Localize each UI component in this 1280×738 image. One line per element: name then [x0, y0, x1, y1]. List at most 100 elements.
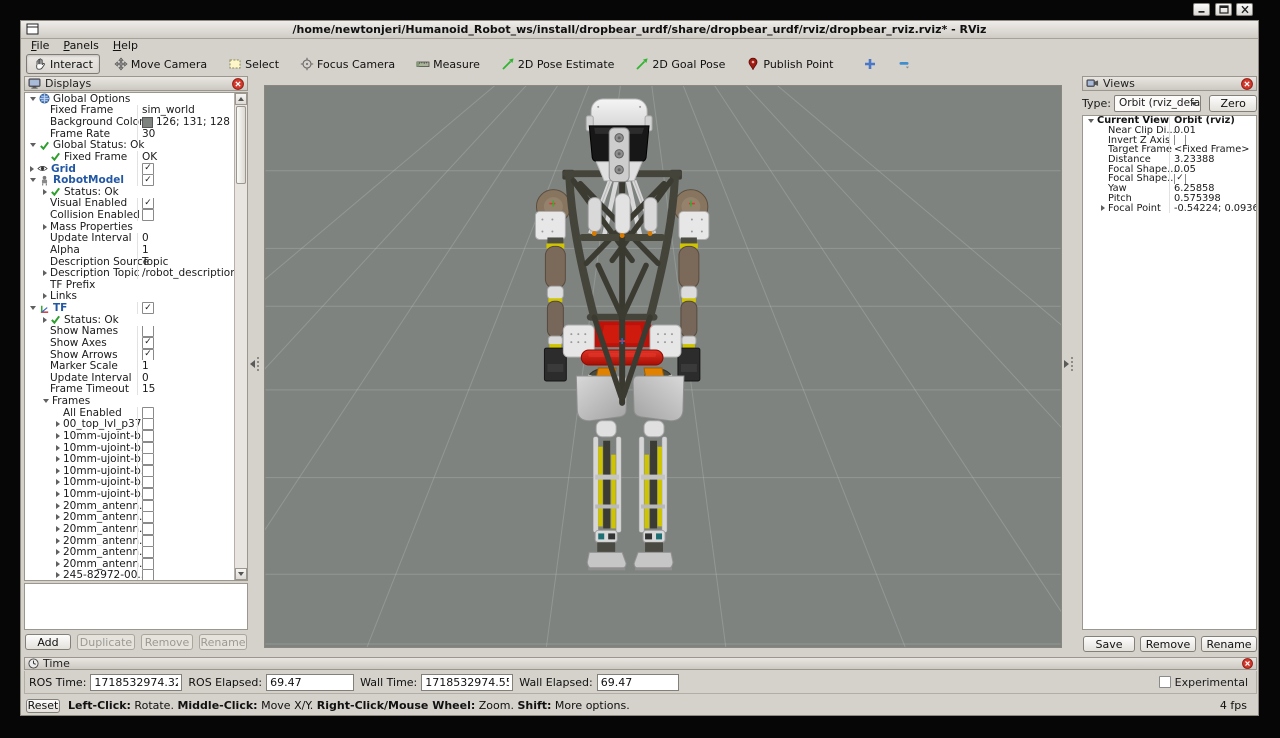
tree-row-global-status-ok[interactable]: Global Status: Ok: [25, 140, 234, 152]
tool-select[interactable]: Select: [221, 54, 286, 74]
checkbox[interactable]: [142, 163, 154, 175]
minimize-button[interactable]: [1193, 3, 1210, 16]
tree-row-status-ok[interactable]: Status: Ok: [25, 186, 234, 198]
tree-row-frames[interactable]: Frames: [25, 395, 234, 407]
tree-row-20mm-antenn[interactable]: 20mm_antenn...: [25, 546, 234, 558]
expander-closed-icon[interactable]: [56, 572, 60, 578]
tree-row-marker-scale[interactable]: Marker Scale1: [25, 360, 234, 372]
tree-row-yaw[interactable]: Yaw6.25858: [1083, 184, 1256, 194]
checkbox[interactable]: [1174, 135, 1186, 145]
tree-row-distance[interactable]: Distance3.23388: [1083, 155, 1256, 165]
wall-elapsed-input[interactable]: [597, 674, 679, 691]
tool-measure[interactable]: Measure: [409, 54, 487, 74]
checkbox[interactable]: [142, 419, 154, 431]
checkbox[interactable]: [1174, 174, 1186, 184]
menu-help[interactable]: Help: [106, 39, 145, 52]
remove-tool-button[interactable]: [893, 55, 915, 73]
tree-row-status-ok[interactable]: Status: Ok: [25, 314, 234, 326]
tree-row-invert-z-axis[interactable]: Invert Z Axis: [1083, 135, 1256, 145]
expander-open-icon[interactable]: [30, 306, 36, 310]
tree-row-10mm-ujoint-b[interactable]: 10mm-ujoint-b...: [25, 488, 234, 500]
expander-closed-icon[interactable]: [43, 189, 47, 195]
tree-row-245-82972-00[interactable]: 245-82972-00...: [25, 570, 234, 581]
tree-row-current-view[interactable]: Current ViewOrbit (rviz): [1083, 116, 1256, 126]
tree-row-10mm-ujoint-b[interactable]: 10mm-ujoint-b...: [25, 477, 234, 489]
expander-open-icon[interactable]: [30, 143, 36, 147]
wall-time-input[interactable]: [421, 674, 513, 691]
tree-row-target-frame[interactable]: Target Frame<Fixed Frame>: [1083, 145, 1256, 155]
expander-closed-icon[interactable]: [56, 538, 60, 544]
tool-move-camera[interactable]: Move Camera: [107, 54, 214, 74]
menu-panels[interactable]: Panels: [56, 39, 105, 52]
checkbox[interactable]: [142, 512, 154, 524]
checkbox[interactable]: [142, 546, 154, 558]
tree-row-background-color[interactable]: Background Color126; 131; 128: [25, 116, 234, 128]
expander-closed-icon[interactable]: [43, 317, 47, 323]
tool-interact[interactable]: Interact: [26, 54, 100, 74]
expander-closed-icon[interactable]: [43, 293, 47, 299]
ros-time-input[interactable]: [90, 674, 182, 691]
checkbox[interactable]: [142, 337, 154, 349]
checkbox[interactable]: [142, 477, 154, 489]
expander-closed-icon[interactable]: [43, 270, 47, 276]
checkbox[interactable]: [142, 407, 154, 419]
expander-closed-icon[interactable]: [56, 503, 60, 509]
tool-focus-camera[interactable]: Focus Camera: [293, 54, 402, 74]
scroll-up-icon[interactable]: [235, 93, 247, 105]
tree-row-10mm-ujoint-b[interactable]: 10mm-ujoint-b...: [25, 430, 234, 442]
checkbox[interactable]: [142, 198, 154, 210]
tree-row-links[interactable]: Links: [25, 291, 234, 303]
tree-row-20mm-antenn[interactable]: 20mm_antenn...: [25, 535, 234, 547]
rename-button[interactable]: Rename: [1201, 636, 1257, 652]
checkbox[interactable]: [142, 209, 154, 221]
expander-closed-icon[interactable]: [56, 433, 60, 439]
tree-row-collision-enabled[interactable]: Collision Enabled: [25, 209, 234, 221]
view-type-dropdown[interactable]: Orbit (rviz_default_p: [1114, 95, 1201, 112]
tree-row-robotmodel[interactable]: RobotModel: [25, 174, 234, 186]
checkbox[interactable]: [142, 349, 154, 361]
expander-closed-icon[interactable]: [56, 479, 60, 485]
close-window-button[interactable]: [1236, 3, 1253, 16]
tool-2d-pose-estimate[interactable]: 2D Pose Estimate: [494, 54, 622, 74]
displays-scrollbar[interactable]: [234, 93, 247, 580]
checkbox[interactable]: [142, 558, 154, 570]
expander-open-icon[interactable]: [30, 178, 36, 182]
tree-row-fixed-frame[interactable]: Fixed Framesim_world: [25, 105, 234, 117]
3d-viewport[interactable]: [264, 85, 1062, 648]
expander-closed-icon[interactable]: [56, 421, 60, 427]
tree-row-10mm-ujoint-b[interactable]: 10mm-ujoint-b...: [25, 442, 234, 454]
tree-row-20mm-antenn[interactable]: 20mm_antenn...: [25, 523, 234, 535]
views-panel-header[interactable]: Views: [1082, 76, 1257, 91]
tree-row-20mm-antenn[interactable]: 20mm_antenn...: [25, 558, 234, 570]
checkbox[interactable]: [142, 535, 154, 547]
expander-open-icon[interactable]: [1088, 119, 1094, 123]
right-splitter-handle[interactable]: [1064, 353, 1073, 375]
checkbox[interactable]: [142, 500, 154, 512]
checkbox[interactable]: [142, 174, 154, 186]
zero-button[interactable]: Zero: [1209, 95, 1257, 112]
expander-closed-icon[interactable]: [30, 166, 34, 172]
tool-publish-point[interactable]: Publish Point: [739, 54, 840, 74]
checkbox[interactable]: [142, 488, 154, 500]
tree-row-10mm-ujoint-b[interactable]: 10mm-ujoint-b...: [25, 465, 234, 477]
displays-panel-header[interactable]: Displays: [24, 76, 248, 91]
reset-button[interactable]: Reset: [26, 699, 60, 713]
checkbox[interactable]: [142, 453, 154, 465]
expander-closed-icon[interactable]: [56, 468, 60, 474]
tree-row-near-clip-di[interactable]: Near Clip Di...0.01: [1083, 126, 1256, 136]
scroll-down-icon[interactable]: [235, 568, 247, 580]
tree-row-show-axes[interactable]: Show Axes: [25, 337, 234, 349]
expander-closed-icon[interactable]: [56, 456, 60, 462]
checkbox[interactable]: [142, 430, 154, 442]
tree-row-20mm-antenn[interactable]: 20mm_antenn...: [25, 512, 234, 524]
tree-row-mass-properties[interactable]: Mass Properties: [25, 221, 234, 233]
tree-row-20mm-antenn[interactable]: 20mm_antenn...: [25, 500, 234, 512]
menu-file[interactable]: File: [24, 39, 56, 52]
expander-closed-icon[interactable]: [56, 549, 60, 555]
add-button[interactable]: Add: [25, 634, 71, 650]
time-close-icon[interactable]: [1242, 658, 1253, 669]
tree-row-focal-shape[interactable]: Focal Shape...: [1083, 174, 1256, 184]
tree-row-tf-prefix[interactable]: TF Prefix: [25, 279, 234, 291]
experimental-toggle[interactable]: Experimental: [1159, 671, 1248, 693]
tree-row-frame-timeout[interactable]: Frame Timeout15: [25, 384, 234, 396]
